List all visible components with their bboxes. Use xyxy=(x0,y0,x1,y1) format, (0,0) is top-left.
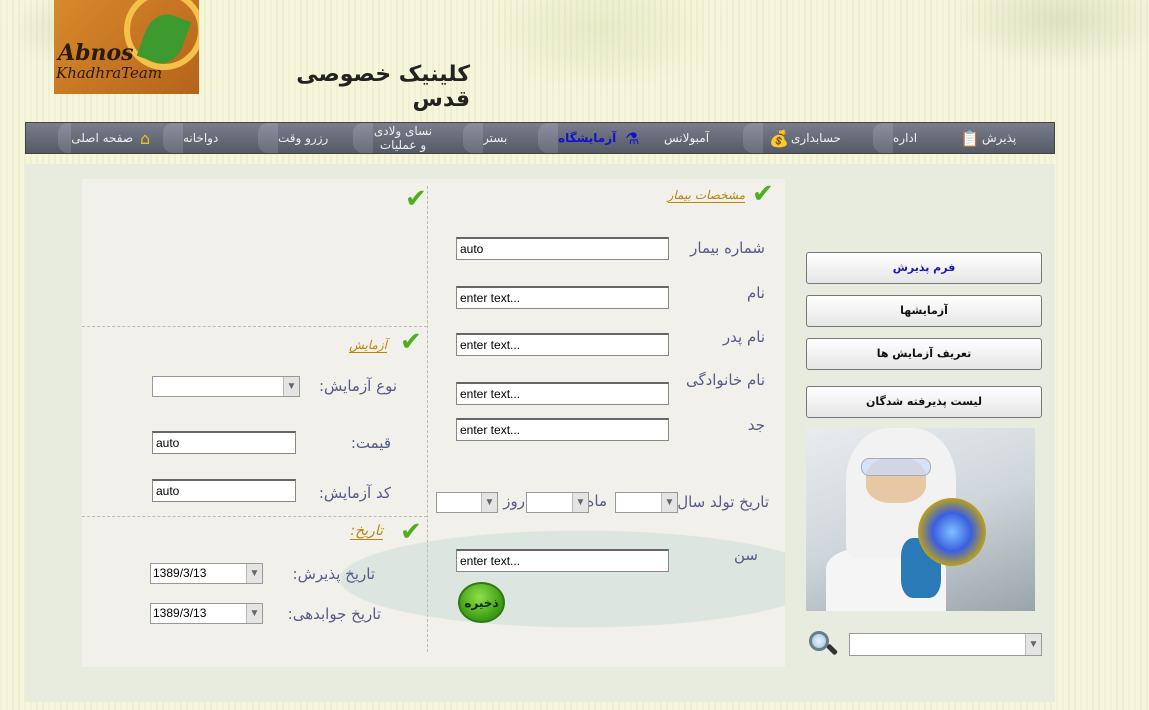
clipboard-icon: 📋 xyxy=(960,128,980,148)
answer-date-label: تاریخ جوابدهی: xyxy=(287,605,381,623)
nav-label: آزمایشگاه xyxy=(558,131,617,145)
admission-date-picker[interactable]: 1389/3/13 ▼ xyxy=(150,563,263,584)
coins-icon: 💰 xyxy=(769,128,789,148)
nav-label: رزرو وقت xyxy=(278,131,329,145)
admission-date-value: 1389/3/13 xyxy=(153,566,207,580)
day-label: روز xyxy=(503,492,525,510)
check-icon: ✔ xyxy=(405,184,427,214)
age-input[interactable] xyxy=(456,549,669,572)
birth-month-select[interactable]: ▼ xyxy=(526,492,589,513)
grandfather-input[interactable] xyxy=(456,418,669,441)
nav-separator xyxy=(463,123,483,153)
nav-separator xyxy=(538,123,558,153)
search-handle xyxy=(825,643,839,656)
nav-label: بستر xyxy=(483,131,508,145)
tests-button[interactable]: آزمایشها xyxy=(806,295,1042,327)
father-name-input[interactable] xyxy=(456,333,669,356)
nav-separator xyxy=(743,123,763,153)
month-label: ماه xyxy=(586,492,607,510)
nav-item-pharmacy[interactable]: دواخانه xyxy=(159,123,254,153)
nav-separator xyxy=(353,123,373,153)
age-label: سن xyxy=(734,546,758,564)
answer-date-value: 1389/3/13 xyxy=(153,606,207,620)
nav-label: پذیرش xyxy=(982,131,1017,145)
name-input[interactable] xyxy=(456,286,669,309)
check-icon: ✔ xyxy=(400,517,422,547)
test-type-label: نوع آزمایش: xyxy=(318,377,397,395)
horizontal-divider xyxy=(82,516,427,517)
check-icon: ✔ xyxy=(752,179,774,209)
nav-label: حسابداری xyxy=(791,131,841,145)
price-label: قیمت: xyxy=(350,434,391,452)
check-icon: ✔ xyxy=(400,327,422,357)
nav-separator xyxy=(873,123,893,153)
father-name-label: نام پدر xyxy=(722,328,765,346)
save-button[interactable]: ذخیره xyxy=(458,582,505,623)
patient-section-title: مشخصات بیمار xyxy=(667,188,745,203)
nav-label: صفحه اصلی xyxy=(71,131,134,145)
admission-date-label: تاریخ پذیرش: xyxy=(292,565,375,583)
logo-text-main: Abnos xyxy=(58,40,134,66)
nav-label: اداره xyxy=(893,131,918,145)
test-code-label: کد آزمایش: xyxy=(318,484,391,502)
answer-date-picker[interactable]: 1389/3/13 ▼ xyxy=(150,603,263,624)
search-select[interactable]: ▼ xyxy=(849,633,1042,656)
nav-separator xyxy=(163,123,183,153)
flask-icon: ⚗ xyxy=(625,128,640,148)
nav-label: آمبولانس xyxy=(664,131,710,145)
chevron-down-icon: ▼ xyxy=(246,564,262,583)
home-icon: ⌂ xyxy=(139,128,151,148)
grandfather-label: جد xyxy=(747,416,765,434)
nav-item-gynecology[interactable]: نسای ولادی و عملیات xyxy=(349,123,459,153)
birth-year-select[interactable]: ▼ xyxy=(615,492,678,513)
search-icon[interactable] xyxy=(807,629,839,659)
chevron-down-icon: ▼ xyxy=(283,377,299,396)
logo: Abnos KhadhraTeam xyxy=(54,0,199,94)
logo-text-sub: KhadhraTeam xyxy=(56,64,163,82)
admitted-list-button[interactable]: لیست پذیرفته شدگان xyxy=(806,386,1042,418)
main-navbar: 📋 پذیرش اداره 💰 حسابداری آمبولانس آزمایش… xyxy=(25,122,1055,154)
vertical-divider xyxy=(427,186,428,652)
horizontal-divider xyxy=(82,326,427,327)
price-input[interactable] xyxy=(152,431,296,454)
form-box xyxy=(82,179,785,667)
dates-section-title: تاریخ: xyxy=(350,523,383,540)
chevron-down-icon: ▼ xyxy=(572,493,588,512)
patient-number-input[interactable] xyxy=(456,237,669,260)
birth-day-select[interactable]: ▼ xyxy=(436,492,498,513)
patient-number-label: شماره بیمار xyxy=(690,239,765,257)
family-name-label: نام خانوادگی xyxy=(685,371,765,389)
nav-item-home[interactable]: صفحه اصلی ⌂ xyxy=(54,123,159,153)
admission-form-button[interactable]: فرم پذیرش xyxy=(806,252,1042,284)
nav-item-admission[interactable]: 📋 پذیرش xyxy=(954,123,1054,153)
nav-item-laboratory[interactable]: آزمایشگاه ⚗ xyxy=(534,123,664,153)
nav-separator xyxy=(58,123,72,153)
petri-dish xyxy=(918,498,986,566)
nav-item-accounting[interactable]: 💰 حسابداری xyxy=(739,123,869,153)
birth-year-label: تاریخ تولد سال xyxy=(677,493,769,511)
chevron-down-icon: ▼ xyxy=(481,493,497,512)
lab-photo xyxy=(806,428,1035,611)
test-type-select[interactable]: ▼ xyxy=(152,376,300,397)
page-title: کلینیک خصوصی قدس xyxy=(296,62,470,112)
nav-item-reservation[interactable]: رزرو وقت xyxy=(254,123,349,153)
define-tests-button[interactable]: تعریف آزمایش ها xyxy=(806,338,1042,370)
family-name-input[interactable] xyxy=(456,382,669,405)
nav-label: نسای ولادی و عملیات xyxy=(373,124,433,152)
name-label: نام xyxy=(746,284,765,302)
nav-item-ambulance[interactable]: آمبولانس xyxy=(664,123,739,153)
nav-item-bed[interactable]: بستر xyxy=(459,123,534,153)
photo-goggles xyxy=(861,458,931,476)
chevron-down-icon: ▼ xyxy=(246,604,262,623)
test-code-input[interactable] xyxy=(152,479,296,502)
chevron-down-icon: ▼ xyxy=(661,493,677,512)
nav-item-office[interactable]: اداره xyxy=(869,123,954,153)
test-section-title: آزمایش xyxy=(349,338,387,353)
nav-label: دواخانه xyxy=(183,131,219,145)
nav-separator xyxy=(258,123,278,153)
chevron-down-icon: ▼ xyxy=(1025,634,1041,655)
